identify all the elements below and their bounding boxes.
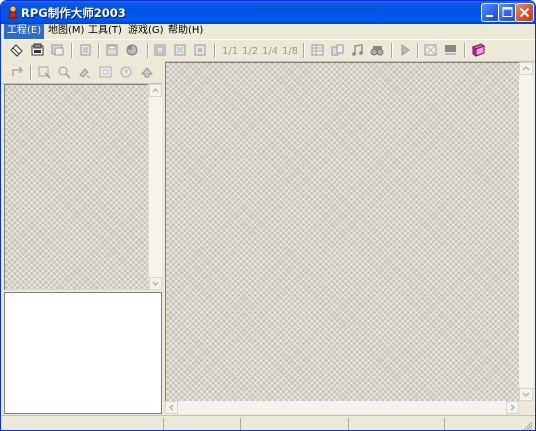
- status-pane: [348, 418, 349, 430]
- status-bar: [1, 415, 535, 431]
- music-icon[interactable]: [349, 42, 366, 58]
- menu-game[interactable]: 游戏(G): [125, 24, 167, 39]
- scroll-right-button[interactable]: [506, 401, 519, 414]
- title-bar[interactable]: RPG制作大师2003: [1, 1, 535, 24]
- toolbar-separator: [214, 43, 216, 58]
- app-window: RPG制作大师2003 工程(E) 地图(M) 工具(T) 游戏(G) 帮助(H…: [0, 0, 536, 431]
- create-backup-icon[interactable]: [77, 42, 94, 58]
- chevron-up-icon: [152, 87, 159, 93]
- scroll-down-button[interactable]: [149, 277, 162, 290]
- ellipse-icon[interactable]: [76, 64, 93, 80]
- material-icon[interactable]: [329, 42, 346, 58]
- scroll-down-button[interactable]: [519, 388, 533, 401]
- tileset-vertical-scrollbar[interactable]: [148, 84, 162, 290]
- map-editor-canvas[interactable]: [165, 62, 520, 402]
- svg-text:1/2: 1/2: [242, 46, 257, 57]
- toolbar-separator: [464, 43, 466, 58]
- help-book-icon[interactable]: [470, 42, 487, 58]
- svg-text:1/4: 1/4: [262, 46, 277, 57]
- search-icon[interactable]: [369, 42, 386, 58]
- layer-lower-icon[interactable]: [152, 42, 169, 58]
- resize-grip-icon[interactable]: [522, 420, 533, 431]
- toolbar-separator: [98, 43, 100, 58]
- status-pane: [240, 418, 241, 430]
- scroll-left-button[interactable]: [165, 401, 178, 414]
- scrollbar-corner: [519, 401, 533, 414]
- toolbar-separator: [417, 43, 419, 58]
- menu-bar: 工程(E) 地图(M) 工具(T) 游戏(G) 帮助(H): [1, 24, 535, 39]
- zoom-1-8-icon[interactable]: 1/8: [280, 42, 297, 58]
- pencil-icon[interactable]: [36, 64, 53, 80]
- status-pane: [163, 418, 164, 430]
- toolbar-separator: [391, 43, 393, 58]
- menu-project[interactable]: 工程(E): [4, 24, 45, 39]
- scroll-up-button[interactable]: [149, 84, 162, 97]
- tileset-pane[interactable]: [4, 84, 149, 290]
- undo-icon[interactable]: [124, 42, 141, 58]
- title-screen-icon[interactable]: [442, 42, 459, 58]
- map-vertical-scrollbar[interactable]: [519, 62, 533, 401]
- toolbar-separator: [30, 65, 32, 80]
- drawing-toolbar: [1, 61, 163, 84]
- rectangle-icon[interactable]: [56, 64, 73, 80]
- toolbar-separator: [303, 43, 305, 58]
- chevron-up-icon: [522, 66, 530, 71]
- chevron-down-icon: [152, 281, 159, 287]
- chevron-down-icon: [522, 392, 530, 397]
- map-tree-pane[interactable]: [4, 292, 162, 414]
- close-button[interactable]: [515, 3, 534, 22]
- select-icon[interactable]: [118, 64, 135, 80]
- window-title: RPG制作大师2003: [21, 6, 126, 20]
- map-horizontal-scrollbar[interactable]: [165, 401, 519, 414]
- fill-icon[interactable]: [97, 64, 114, 80]
- chevron-left-icon: [168, 404, 174, 411]
- database-icon[interactable]: [309, 42, 326, 58]
- undo-icon[interactable]: [9, 64, 26, 80]
- layer-upper-icon[interactable]: [172, 42, 189, 58]
- open-project-icon[interactable]: [29, 42, 46, 58]
- zoom-1-4-icon[interactable]: 1/4: [260, 42, 277, 58]
- toolbar-separator: [147, 43, 149, 58]
- close-icon: [519, 7, 530, 18]
- minimize-icon: [486, 15, 493, 17]
- play-test-icon[interactable]: [397, 42, 414, 58]
- save-icon[interactable]: [104, 42, 121, 58]
- fullscreen-icon[interactable]: [422, 42, 439, 58]
- menu-help[interactable]: 帮助(H): [165, 24, 206, 39]
- svg-text:1/8: 1/8: [282, 46, 297, 57]
- chevron-right-icon: [510, 404, 516, 411]
- svg-text:1/1: 1/1: [222, 46, 237, 57]
- close-project-icon[interactable]: [49, 42, 66, 58]
- menu-map[interactable]: 地图(M): [45, 24, 87, 39]
- zoom-1-1-icon[interactable]: 1/1: [220, 42, 237, 58]
- zoom-icon[interactable]: [139, 64, 156, 80]
- scroll-up-button[interactable]: [519, 62, 533, 75]
- main-toolbar: 1/1 1/2 1/4 1/8: [1, 39, 535, 62]
- zoom-1-2-icon[interactable]: 1/2: [240, 42, 257, 58]
- event-layer-icon[interactable]: [192, 42, 209, 58]
- menu-tools[interactable]: 工具(T): [85, 24, 125, 39]
- maximize-icon: [502, 7, 513, 17]
- status-pane: [444, 418, 445, 430]
- new-project-icon[interactable]: [8, 42, 25, 58]
- app-icon: [8, 5, 18, 19]
- toolbar-separator: [71, 43, 73, 58]
